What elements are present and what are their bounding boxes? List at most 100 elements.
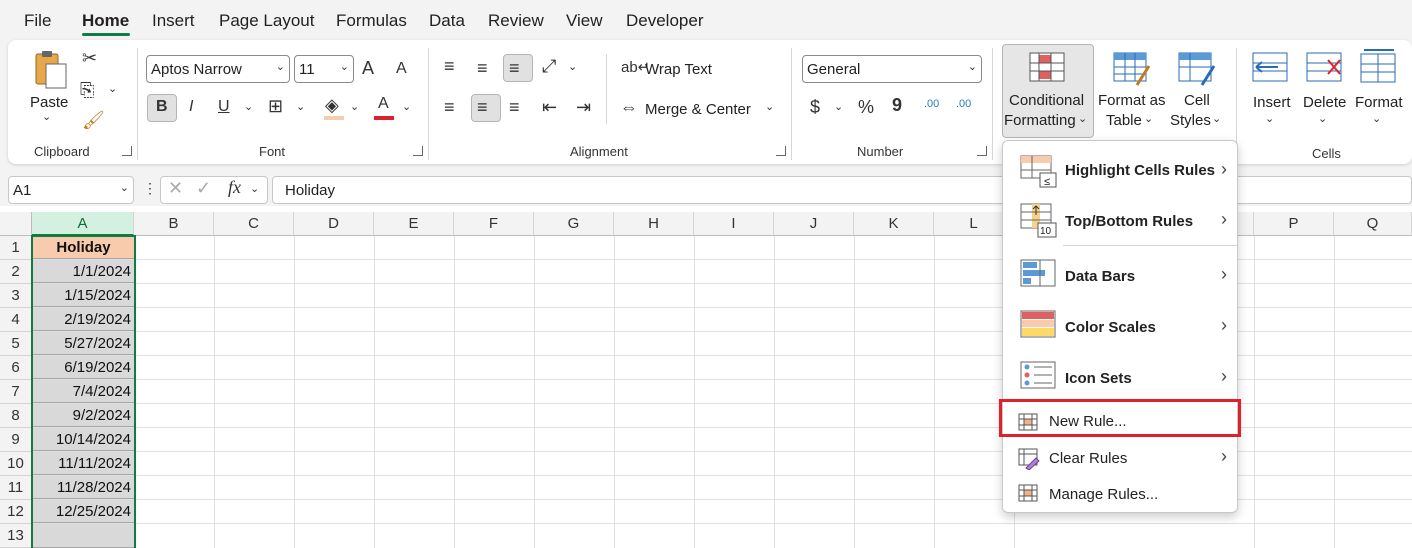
- format-painter-icon[interactable]: 🖌: [82, 110, 105, 131]
- fill-color-icon[interactable]: ◈: [325, 95, 339, 116]
- comma-style-icon[interactable]: 9: [892, 95, 902, 116]
- chevron-down-icon[interactable]: ⌄: [1372, 112, 1381, 125]
- chevron-down-icon[interactable]: ⌄: [250, 182, 259, 195]
- currency-chevron-icon[interactable]: ⌄: [834, 100, 843, 113]
- underline-icon[interactable]: U: [218, 98, 230, 116]
- menu-item-highlight-cells-rules[interactable]: ≤ Highlight Cells Rules ›: [1003, 147, 1239, 193]
- row-header[interactable]: 7: [0, 380, 32, 404]
- row-header[interactable]: 6: [0, 356, 32, 380]
- font-color-icon[interactable]: A: [378, 95, 389, 113]
- column-header-a[interactable]: A: [32, 212, 134, 236]
- column-header-g[interactable]: G: [534, 212, 614, 236]
- more-options-icon[interactable]: ⋮: [143, 180, 157, 197]
- borders-chevron-icon[interactable]: ⌄: [296, 100, 305, 113]
- column-header-j[interactable]: J: [774, 212, 854, 236]
- menu-item-clear-rules[interactable]: Clear Rules ›: [1003, 443, 1239, 475]
- delete-cells-icon[interactable]: [1306, 52, 1344, 84]
- chevron-down-icon[interactable]: ⌄: [42, 110, 51, 123]
- column-header-h[interactable]: H: [614, 212, 694, 236]
- font-color-chevron-icon[interactable]: ⌄: [402, 100, 411, 113]
- alignment-launcher-icon[interactable]: [776, 146, 786, 156]
- format-as-table-icon[interactable]: [1113, 52, 1151, 86]
- format-as-table-line2[interactable]: Table: [1106, 111, 1142, 131]
- orientation-icon[interactable]: ⤢: [542, 56, 556, 77]
- tab-view[interactable]: View: [566, 11, 603, 31]
- font-name-combo[interactable]: Aptos Narrow ⌄: [146, 55, 290, 83]
- menu-item-manage-rules[interactable]: Manage Rules...: [1003, 479, 1239, 511]
- fill-chevron-icon[interactable]: ⌄: [350, 100, 359, 113]
- name-box[interactable]: A1 ⌄: [8, 176, 134, 204]
- row-header[interactable]: 13: [0, 524, 32, 548]
- row-header[interactable]: 10: [0, 452, 32, 476]
- underline-chevron-icon[interactable]: ⌄: [244, 100, 253, 113]
- borders-icon[interactable]: ⊞: [268, 96, 283, 117]
- merge-center-button[interactable]: Merge & Center: [645, 100, 751, 120]
- row-header[interactable]: 1: [0, 236, 32, 260]
- row-header[interactable]: 4: [0, 308, 32, 332]
- column-header-c[interactable]: C: [214, 212, 294, 236]
- copy-chevron-icon[interactable]: ⌄: [108, 82, 117, 95]
- tab-developer[interactable]: Developer: [626, 11, 704, 31]
- paste-button[interactable]: [30, 50, 70, 94]
- cut-icon[interactable]: ✂: [82, 48, 97, 69]
- select-all-corner[interactable]: [0, 212, 32, 236]
- cell-styles-line1[interactable]: Cell: [1184, 91, 1210, 111]
- number-launcher-icon[interactable]: [977, 146, 987, 156]
- row-header[interactable]: 8: [0, 404, 32, 428]
- align-right-icon[interactable]: ≡: [509, 97, 520, 118]
- column-header-b[interactable]: B: [134, 212, 214, 236]
- cell-styles-icon[interactable]: [1178, 52, 1216, 86]
- formula-input[interactable]: Holiday: [272, 176, 1412, 204]
- chevron-down-icon[interactable]: ⌄: [1212, 112, 1221, 125]
- percent-icon[interactable]: %: [858, 97, 874, 118]
- delete-cells-button[interactable]: Delete: [1303, 93, 1346, 113]
- italic-icon[interactable]: I: [189, 98, 193, 116]
- tab-review[interactable]: Review: [488, 11, 544, 31]
- format-cells-icon[interactable]: [1360, 48, 1398, 84]
- currency-icon[interactable]: $: [810, 97, 820, 118]
- tab-insert[interactable]: Insert: [152, 11, 195, 31]
- number-format-combo[interactable]: General ⌄: [802, 55, 982, 83]
- column-header-d[interactable]: D: [294, 212, 374, 236]
- menu-item-data-bars[interactable]: Data Bars ›: [1003, 251, 1239, 297]
- wrap-text-button[interactable]: Wrap Text: [645, 60, 712, 80]
- menu-item-icon-sets[interactable]: Icon Sets ›: [1003, 353, 1239, 399]
- format-cells-button[interactable]: Format: [1355, 93, 1403, 113]
- insert-cells-icon[interactable]: [1252, 52, 1290, 84]
- row-header[interactable]: 3: [0, 284, 32, 308]
- decrease-indent-icon[interactable]: ⇤: [542, 97, 557, 118]
- merge-center-icon[interactable]: ⇔: [620, 97, 638, 118]
- row-header[interactable]: 2: [0, 260, 32, 284]
- chevron-down-icon[interactable]: ⌄: [1144, 112, 1153, 125]
- clipboard-launcher-icon[interactable]: [122, 146, 132, 156]
- column-header-k[interactable]: K: [854, 212, 934, 236]
- row-header[interactable]: 5: [0, 332, 32, 356]
- format-as-table-line1[interactable]: Format as: [1098, 91, 1166, 111]
- menu-item-color-scales[interactable]: Color Scales ›: [1003, 302, 1239, 348]
- orientation-chevron-icon[interactable]: ⌄: [568, 60, 577, 73]
- cell-styles-line2[interactable]: Styles: [1170, 111, 1211, 131]
- column-header-q[interactable]: Q: [1334, 212, 1412, 236]
- font-launcher-icon[interactable]: [413, 146, 423, 156]
- column-header-e[interactable]: E: [374, 212, 454, 236]
- font-size-combo[interactable]: 11 ⌄: [294, 55, 354, 83]
- chevron-down-icon[interactable]: ⌄: [1265, 112, 1274, 125]
- tab-formulas[interactable]: Formulas: [336, 11, 407, 31]
- row-header[interactable]: 12: [0, 500, 32, 524]
- column-header-p[interactable]: P: [1254, 212, 1334, 236]
- tab-file[interactable]: File: [24, 11, 51, 31]
- menu-item-top-bottom-rules[interactable]: 10 Top/Bottom Rules ›: [1003, 197, 1239, 243]
- tab-page-layout[interactable]: Page Layout: [219, 11, 314, 31]
- column-header-f[interactable]: F: [454, 212, 534, 236]
- chevron-down-icon[interactable]: ⌄: [1318, 112, 1327, 125]
- cancel-icon[interactable]: ✕: [168, 178, 183, 199]
- insert-function-icon[interactable]: fx: [228, 177, 241, 198]
- top-align-icon[interactable]: ≡: [444, 56, 455, 77]
- tab-data[interactable]: Data: [429, 11, 465, 31]
- increase-indent-icon[interactable]: ⇥: [576, 97, 591, 118]
- merge-chevron-icon[interactable]: ⌄: [765, 100, 774, 113]
- increase-decimal-icon[interactable]: .00: [924, 98, 939, 110]
- row-header[interactable]: 11: [0, 476, 32, 500]
- grow-font-icon[interactable]: A: [362, 58, 374, 79]
- middle-align-icon[interactable]: ≡: [477, 58, 488, 79]
